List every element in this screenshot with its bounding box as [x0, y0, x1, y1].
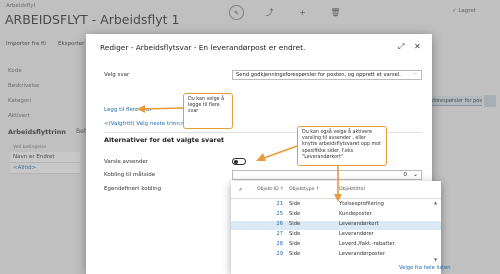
response-select[interactable]: Send godkjenningsforespørsler for posten… — [232, 70, 422, 80]
object-title: Ytelsesprofilering — [339, 201, 384, 207]
add-more-responses-link[interactable]: Legg til flere svar — [104, 107, 152, 113]
object-title: Leverd./fakt.-rabatter — [339, 241, 395, 247]
select-from-full-list-link[interactable]: Velge fra hele listen — [399, 265, 451, 271]
object-id: 26 — [276, 221, 283, 227]
callout-notify-and-link: Du kan også velge å aktivere varsling ti… — [297, 126, 387, 166]
col-object-id[interactable]: Objekt-ID ↑ — [257, 187, 284, 192]
table-row[interactable]: 28 Side Leverd./fakt.-rabatter — [231, 241, 441, 250]
object-type: Side — [289, 211, 301, 217]
scroll-down-icon[interactable]: ▼ — [434, 257, 437, 262]
custom-link-label: Egendefinert kobling — [104, 186, 162, 192]
object-id: 29 — [276, 251, 283, 257]
dialog-title: Rediger - Arbeidsflytsvar - En leverandø… — [100, 43, 306, 52]
response-select-value: Send godkjenningsforespørsler for posten… — [236, 72, 401, 78]
col-object-title[interactable]: Objekttittel — [339, 187, 365, 192]
table-row[interactable]: 21 Side Ytelsesprofilering — [231, 201, 441, 210]
notify-sender-label: Varsle avsender — [104, 159, 148, 165]
table-row[interactable]: 27 Side Leverandører — [231, 231, 441, 240]
object-type: Side — [289, 251, 301, 257]
object-type: Side — [289, 241, 301, 247]
object-type: Side — [289, 201, 301, 207]
object-type: Side — [289, 231, 301, 237]
link-target-page-label: Kobling til måtside — [104, 172, 156, 178]
notify-sender-toggle[interactable] — [232, 158, 246, 165]
object-id: 21 — [276, 201, 283, 207]
toggle-knob — [234, 160, 238, 164]
page-lookup-popup: ⌕ Objekt-ID ↑ Objekttype ↑ Objekttittel … — [231, 181, 451, 274]
object-id: 28 — [276, 241, 283, 247]
table-row[interactable]: 29 Side Leverandørposter — [231, 251, 441, 260]
scroll-up-icon[interactable]: ▲ — [434, 200, 437, 205]
object-type: Side — [289, 221, 301, 227]
object-id: 27 — [276, 231, 283, 237]
table-row-selected[interactable]: 26 Side Leverandørkort — [231, 221, 441, 230]
chevron-down-icon[interactable]: ⌄ — [413, 171, 418, 178]
link-target-page-value: 0 — [403, 172, 408, 178]
object-id: 25 — [276, 211, 283, 217]
callout-add-responses: Du kan velge å legge til flere svar — [183, 93, 233, 129]
link-target-page-dropdown[interactable]: 0 ⌄ — [232, 170, 422, 180]
expand-icon[interactable]: ⤢ — [398, 42, 404, 52]
object-title: Kundeposter — [339, 211, 372, 217]
object-title: Leverandørkort — [339, 221, 379, 227]
more-icon[interactable]: ··· — [413, 71, 418, 77]
section-title: Alternativer for det valgte svaret — [104, 136, 225, 144]
lookup-header: ⌕ Objekt-ID ↑ Objekttype ↑ Objekttittel — [231, 181, 441, 199]
object-title: Leverandørposter — [339, 251, 385, 257]
next-step-link[interactable]: <(Valgfritt) Velg neste trinn> — [104, 121, 184, 127]
object-title: Leverandører — [339, 231, 374, 237]
col-object-type[interactable]: Objekttype ↑ — [289, 187, 320, 192]
search-icon[interactable]: ⌕ — [239, 186, 242, 194]
select-response-label: Velg svar — [104, 72, 130, 78]
table-row[interactable]: 25 Side Kundeposter — [231, 211, 441, 220]
close-icon[interactable]: ✕ — [414, 42, 421, 51]
